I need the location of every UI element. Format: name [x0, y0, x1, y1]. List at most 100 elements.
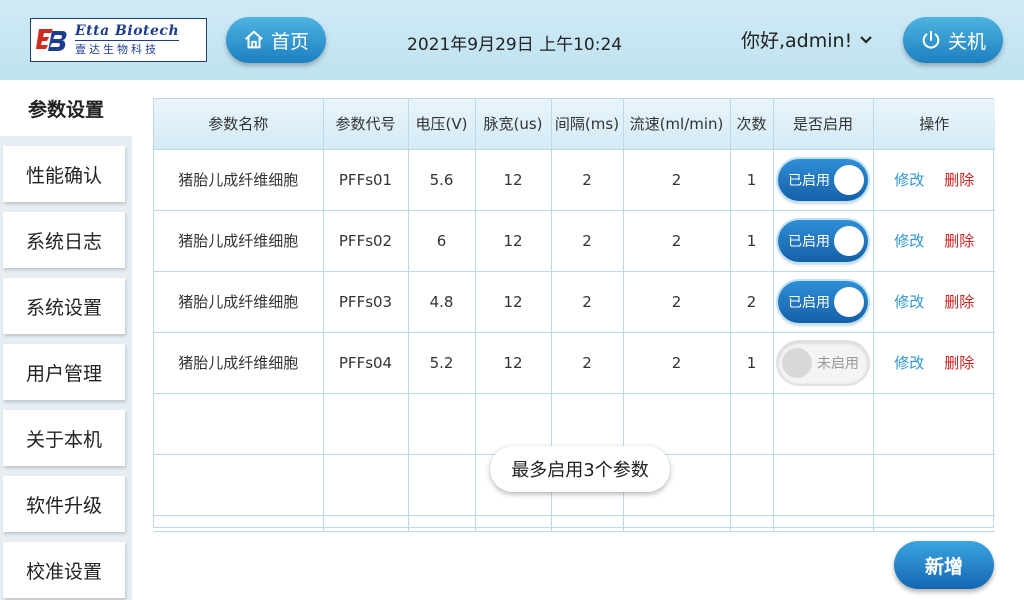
cell-name: 猪胎儿成纤维细胞 [154, 210, 324, 272]
home-button[interactable]: 首页 [226, 17, 326, 63]
cell-code: PFFs03 [323, 271, 409, 333]
sidebar-item-software-upgrade[interactable]: 软件升级 [3, 476, 125, 532]
sidebar-item-label: 参数设置 [27, 98, 104, 121]
column-header: 电压(V) [408, 99, 476, 150]
cell-flow: 2 [623, 332, 731, 394]
cell-actions: 修改 删除 [873, 332, 995, 394]
cell-enabled: 已启用 [773, 271, 874, 333]
eb-logo-icon [31, 19, 73, 61]
cell-enabled: 已启用 [773, 149, 874, 211]
cell-interval: 2 [551, 332, 624, 394]
greeting-text: 你好,admin! [741, 30, 853, 52]
table-row: 猪胎儿成纤维细胞 PFFs04 5.2 12 2 2 1 未启用 修改 删除 [154, 332, 995, 394]
cell-code: PFFs04 [323, 332, 409, 394]
table-row: 猪胎儿成纤维细胞 PFFs02 6 12 2 2 1 已启用 修改 删除 [154, 210, 995, 272]
column-header: 脉宽(us) [475, 99, 552, 150]
cell-pulse: 12 [475, 332, 552, 394]
enable-toggle[interactable]: 已启用 [778, 158, 868, 201]
cell-count: 2 [730, 271, 774, 333]
sidebar-item-user-management[interactable]: 用户管理 [3, 344, 125, 400]
column-header: 操作 [873, 99, 995, 150]
toggle-label: 已启用 [788, 294, 830, 311]
sidebar-item-label: 系统设置 [25, 296, 102, 319]
sidebar: 参数设置 性能确认 系统日志 系统设置 用户管理 关于本机 软件升级 校准设置 [0, 80, 132, 600]
column-header: 参数代号 [323, 99, 409, 150]
enable-toggle[interactable]: 已启用 [778, 219, 868, 262]
empty-row [154, 515, 995, 532]
column-header: 间隔(ms) [551, 99, 624, 150]
cell-interval: 2 [551, 271, 624, 333]
cell-voltage: 5.2 [408, 332, 476, 394]
cell-interval: 2 [551, 149, 624, 211]
logo-chinese-text: 壹达生物科技 [75, 40, 180, 58]
cell-enabled: 已启用 [773, 210, 874, 272]
cell-name: 猪胎儿成纤维细胞 [154, 332, 324, 394]
cell-name: 猪胎儿成纤维细胞 [154, 149, 324, 211]
toggle-knob [834, 164, 864, 195]
user-menu[interactable]: 你好,admin! [741, 26, 874, 53]
chevron-down-icon [860, 35, 872, 44]
toggle-label: 未启用 [817, 355, 859, 372]
toggle-label: 已启用 [788, 172, 830, 189]
cell-name: 猪胎儿成纤维细胞 [154, 271, 324, 333]
cell-count: 1 [730, 149, 774, 211]
home-button-label: 首页 [270, 30, 309, 53]
delete-link[interactable]: 删除 [944, 171, 974, 189]
sidebar-item-system-log[interactable]: 系统日志 [3, 212, 125, 268]
logo-english-text: Etta Biotech [75, 23, 180, 39]
delete-link[interactable]: 删除 [944, 293, 974, 311]
cell-enabled: 未启用 [773, 332, 874, 394]
toggle-knob [834, 225, 864, 256]
column-header: 是否启用 [773, 99, 874, 150]
table-header-row: 参数名称 参数代号 电压(V) 脉宽(us) 间隔(ms) 流速(ml/min)… [154, 99, 995, 150]
table-row: 猪胎儿成纤维细胞 PFFs01 5.6 12 2 2 1 已启用 修改 删除 [154, 149, 995, 211]
cell-count: 1 [730, 332, 774, 394]
column-header: 次数 [730, 99, 774, 150]
home-icon [245, 30, 263, 49]
header-bar: Etta Biotech 壹达生物科技 首页 2021年9月29日 上午10:2… [0, 0, 1024, 80]
edit-link[interactable]: 修改 [894, 293, 924, 311]
cell-count: 1 [730, 210, 774, 272]
cell-actions: 修改 删除 [873, 149, 995, 211]
cell-voltage: 6 [408, 210, 476, 272]
datetime-display: 2021年9月29日 上午10:24 [407, 35, 623, 55]
edit-link[interactable]: 修改 [894, 171, 924, 189]
cell-flow: 2 [623, 149, 731, 211]
toggle-knob [782, 347, 812, 378]
cell-actions: 修改 删除 [873, 210, 995, 272]
sidebar-item-performance-check[interactable]: 性能确认 [3, 146, 125, 202]
sidebar-item-about[interactable]: 关于本机 [3, 410, 125, 466]
cell-code: PFFs01 [323, 149, 409, 211]
delete-link[interactable]: 删除 [944, 232, 974, 250]
power-icon [922, 30, 940, 49]
column-header: 流速(ml/min) [623, 99, 731, 150]
delete-link[interactable]: 删除 [944, 354, 974, 372]
sidebar-item-system-settings[interactable]: 系统设置 [3, 278, 125, 334]
empty-row [154, 393, 995, 455]
sidebar-item-parameter-settings[interactable]: 参数设置 [0, 80, 132, 136]
sidebar-item-label: 关于本机 [25, 428, 102, 451]
cell-voltage: 5.6 [408, 149, 476, 211]
cell-code: PFFs02 [323, 210, 409, 272]
sidebar-item-label: 性能确认 [25, 164, 102, 187]
shutdown-button[interactable]: 关机 [903, 17, 1003, 63]
company-logo: Etta Biotech 壹达生物科技 [30, 18, 207, 62]
add-button[interactable]: 新增 [894, 541, 994, 589]
cell-pulse: 12 [475, 149, 552, 211]
sidebar-item-label: 用户管理 [25, 362, 102, 385]
edit-link[interactable]: 修改 [894, 354, 924, 372]
cell-flow: 2 [623, 271, 731, 333]
cell-flow: 2 [623, 210, 731, 272]
sidebar-item-label: 系统日志 [25, 230, 102, 253]
toast-message: 最多启用3个参数 [490, 446, 670, 492]
enable-toggle[interactable]: 已启用 [778, 280, 868, 323]
cell-pulse: 12 [475, 210, 552, 272]
toggle-label: 已启用 [788, 233, 830, 250]
column-header: 参数名称 [154, 99, 324, 150]
edit-link[interactable]: 修改 [894, 232, 924, 250]
table-row: 猪胎儿成纤维细胞 PFFs03 4.8 12 2 2 2 已启用 修改 删除 [154, 271, 995, 333]
cell-pulse: 12 [475, 271, 552, 333]
enable-toggle[interactable]: 未启用 [778, 341, 868, 384]
cell-interval: 2 [551, 210, 624, 272]
sidebar-item-calibration[interactable]: 校准设置 [3, 542, 125, 598]
